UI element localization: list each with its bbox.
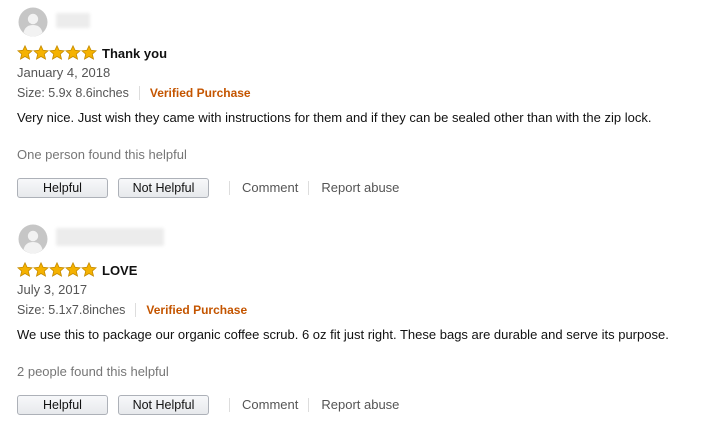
star-icon: [81, 262, 97, 277]
default-user-avatar-icon: [18, 224, 48, 254]
verified-purchase-badge: Verified Purchase: [149, 86, 251, 100]
star-icon: [17, 262, 33, 277]
review-item: LOVE July 3, 2017 Size: 5.1x7.8inches Ve…: [0, 217, 702, 432]
divider: [135, 303, 137, 317]
avatar[interactable]: [18, 7, 48, 37]
review-actions: Helpful Not Helpful Comment Report abuse: [17, 394, 399, 416]
review-title[interactable]: LOVE: [102, 262, 137, 280]
review-actions: Helpful Not Helpful Comment Report abuse: [17, 177, 399, 199]
star-rating[interactable]: [17, 45, 97, 61]
star-icon: [17, 45, 33, 60]
helpful-button[interactable]: Helpful: [17, 178, 108, 198]
star-icon: [49, 262, 65, 277]
comment-link[interactable]: Comment: [242, 396, 298, 414]
review-date: July 3, 2017: [17, 282, 88, 297]
review-date: January 4, 2018: [17, 65, 111, 80]
not-helpful-button[interactable]: Not Helpful: [118, 178, 209, 198]
star-rating[interactable]: [17, 262, 97, 278]
comment-link[interactable]: Comment: [242, 179, 298, 197]
star-icon: [33, 45, 49, 60]
avatar[interactable]: [18, 224, 48, 254]
reviewer-name-redacted: [56, 228, 164, 246]
helpful-count: One person found this helpful: [17, 147, 187, 162]
report-abuse-link[interactable]: Report abuse: [321, 396, 399, 414]
size-label[interactable]: Size: 5.9x 8.6inches: [17, 85, 129, 101]
report-abuse-link[interactable]: Report abuse: [321, 179, 399, 197]
verified-purchase-badge: Verified Purchase: [146, 303, 248, 317]
divider: [308, 398, 310, 412]
review-body: We use this to package our organic coffe…: [17, 327, 669, 342]
divider: [229, 181, 230, 195]
review-meta: Size: 5.1x7.8inches Verified Purchase: [17, 302, 247, 318]
review-title[interactable]: Thank you: [102, 45, 167, 63]
divider: [229, 398, 230, 412]
divider: [308, 181, 310, 195]
default-user-avatar-icon: [18, 7, 48, 37]
size-label[interactable]: Size: 5.1x7.8inches: [17, 302, 125, 318]
helpful-count: 2 people found this helpful: [17, 364, 169, 379]
star-icon: [65, 262, 81, 277]
helpful-button[interactable]: Helpful: [17, 395, 108, 415]
divider: [138, 86, 140, 100]
review-body: Very nice. Just wish they came with inst…: [17, 110, 652, 125]
not-helpful-button[interactable]: Not Helpful: [118, 395, 209, 415]
star-icon: [65, 45, 81, 60]
star-icon: [33, 262, 49, 277]
reviewer-name-redacted: [56, 13, 90, 28]
review-meta: Size: 5.9x 8.6inches Verified Purchase: [17, 85, 251, 101]
review-item: Thank you January 4, 2018 Size: 5.9x 8.6…: [0, 0, 702, 215]
star-icon: [49, 45, 65, 60]
star-icon: [81, 45, 97, 60]
